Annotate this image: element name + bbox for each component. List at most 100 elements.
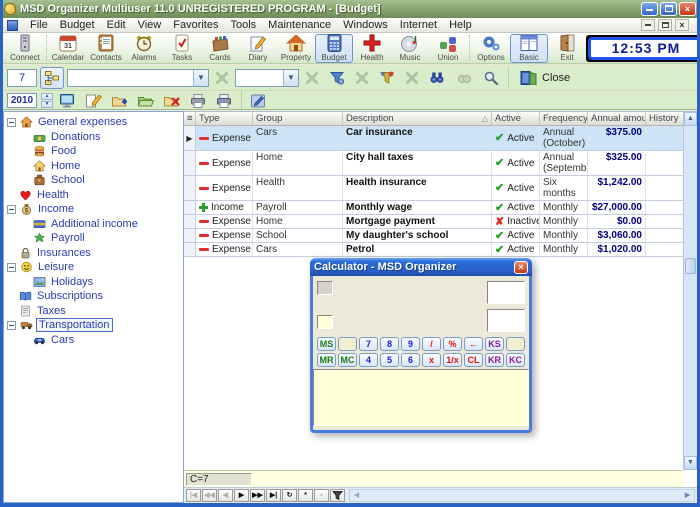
add-record-button[interactable] <box>109 93 131 109</box>
calc-key-cl[interactable]: CL <box>464 353 483 367</box>
chevron-down-icon[interactable]: ▼ <box>283 70 298 86</box>
toolbar-button-alarms[interactable]: Alarms <box>125 34 163 63</box>
horizontal-scrollbar[interactable]: ◀▶ <box>349 489 695 502</box>
tree-item-subscriptions[interactable]: Subscriptions <box>4 289 183 304</box>
scroll-track[interactable] <box>684 126 697 456</box>
calc-key-kc[interactable]: KC <box>506 353 525 367</box>
collapse-icon[interactable] <box>7 118 16 127</box>
mdi-minimize-button[interactable] <box>641 19 655 31</box>
nav-next-page-button[interactable]: ▶▶ <box>250 489 265 502</box>
maximize-button[interactable] <box>660 2 677 16</box>
nav-bookmark-button[interactable]: * <box>298 489 313 502</box>
toolbar-button-exit[interactable]: Exit <box>548 34 586 63</box>
calc-key-9[interactable]: 9 <box>401 337 420 351</box>
tree-item-transportation[interactable]: Transportation <box>4 318 183 333</box>
table-row[interactable]: ExpenseCarsPetrol✔ActiveMonthly$1,020.00 <box>184 243 697 257</box>
tree-item-additional-income[interactable]: Additional income <box>4 217 183 232</box>
tree-item-donations[interactable]: Donations <box>4 130 183 145</box>
tree-item-taxes[interactable]: Taxes <box>4 304 183 319</box>
mdi-restore-button[interactable] <box>658 19 672 31</box>
menu-item-tools[interactable]: Tools <box>224 19 262 31</box>
column-header-annual-amount[interactable]: Annual amount <box>588 112 646 125</box>
scroll-right-icon[interactable]: ▶ <box>681 490 694 501</box>
table-row[interactable]: ExpenseHomeMortgage payment✘InactiveMont… <box>184 215 697 229</box>
toolbar-button-connect[interactable]: Connect <box>6 34 44 63</box>
nav-refresh-button[interactable]: ↻ <box>282 489 297 502</box>
spin-up-icon[interactable]: ▲ <box>41 93 53 100</box>
calculator-close-button[interactable]: × <box>514 261 528 274</box>
calc-key-backspace[interactable]: ← <box>464 337 483 351</box>
close-view-button[interactable]: Close <box>514 68 576 88</box>
clear-color-filter-button[interactable] <box>402 68 422 88</box>
filter-button[interactable] <box>325 67 349 89</box>
collapse-icon[interactable] <box>7 321 16 330</box>
table-row[interactable]: ExpenseSchoolMy daughter's school✔Active… <box>184 229 697 243</box>
calc-key-7[interactable]: 7 <box>359 337 378 351</box>
scroll-up-icon[interactable]: ▲ <box>684 112 697 126</box>
tree-item-leisure[interactable]: Leisure <box>4 260 183 275</box>
close-window-button[interactable]: × <box>679 2 696 16</box>
edit-record-button[interactable] <box>83 93 105 109</box>
delete-record-button[interactable] <box>161 93 183 109</box>
calculator-title-bar[interactable]: Calculator - MSD Organizer × <box>310 258 532 276</box>
toolbar-button-diary[interactable]: Diary <box>239 34 277 63</box>
type-filter-combo[interactable]: ▼ <box>235 69 299 87</box>
menu-item-view[interactable]: View <box>132 19 168 31</box>
menu-item-favorites[interactable]: Favorites <box>167 19 224 31</box>
table-row[interactable]: ▶ExpenseCarsCar insurance✔ActiveAnnual (… <box>184 126 697 151</box>
table-row[interactable]: ExpenseHealthHealth insurance✔ActiveSix … <box>184 176 697 201</box>
clear-filter-button[interactable] <box>352 68 372 88</box>
column-header-description[interactable]: Description△ <box>343 112 492 125</box>
nav-last-button[interactable]: ▶| <box>266 489 281 502</box>
calc-key-kr[interactable]: KR <box>485 353 504 367</box>
column-header-group[interactable]: Group <box>253 112 343 125</box>
toolbar-button-health[interactable]: Health <box>353 34 391 63</box>
open-record-button[interactable] <box>135 93 157 109</box>
menu-item-budget[interactable]: Budget <box>54 19 101 31</box>
menu-item-help[interactable]: Help <box>443 19 478 31</box>
toolbar-button-property[interactable]: Property <box>277 34 315 63</box>
minimize-button[interactable] <box>641 2 658 16</box>
menu-item-maintenance[interactable]: Maintenance <box>262 19 337 31</box>
toolbar-button-tasks[interactable]: Tasks <box>163 34 201 63</box>
calc-key-8[interactable]: 8 <box>380 337 399 351</box>
toolbar-button-basic[interactable]: Basic <box>510 34 548 63</box>
clear-type-filter-button[interactable] <box>302 68 322 88</box>
menu-item-windows[interactable]: Windows <box>337 19 394 31</box>
tree-item-payroll[interactable]: Payroll <box>4 231 183 246</box>
mdi-close-button[interactable]: × <box>675 19 689 31</box>
collapse-icon[interactable] <box>7 263 16 272</box>
toolbar-button-contacts[interactable]: Contacts <box>87 34 125 63</box>
toolbar-button-union[interactable]: Union <box>429 34 467 63</box>
calc-key-ms[interactable]: MS <box>317 337 336 351</box>
nav-filter-button[interactable] <box>330 489 345 502</box>
zoom-button[interactable] <box>479 67 503 89</box>
calc-key-x[interactable]: x <box>422 353 441 367</box>
table-row[interactable]: IncomePayrollMonthly wage✔ActiveMonthly$… <box>184 201 697 215</box>
calc-key-mr[interactable]: MR <box>317 353 336 367</box>
calc-key-6[interactable]: 6 <box>401 353 420 367</box>
calc-key-div[interactable]: / <box>422 337 441 351</box>
calc-key-ks[interactable]: KS <box>485 337 504 351</box>
print-preview-button[interactable] <box>213 93 235 109</box>
clear-group-filter-button[interactable] <box>212 68 232 88</box>
search-next-button[interactable] <box>452 67 476 89</box>
tree-item-cars[interactable]: Cars <box>4 333 183 348</box>
tree-item-general-expenses[interactable]: General expenses <box>4 115 183 130</box>
nav-next-button[interactable]: ▶ <box>234 489 249 502</box>
chevron-down-icon[interactable]: ▼ <box>193 70 208 86</box>
color-filter-button[interactable] <box>375 67 399 89</box>
group-filter-combo[interactable]: ▼ <box>67 69 209 87</box>
tree-item-food[interactable]: Food <box>4 144 183 159</box>
year-input[interactable]: 2010 <box>7 93 37 108</box>
view-button[interactable] <box>57 93 79 109</box>
menu-item-file[interactable]: File <box>24 19 54 31</box>
tree-item-income[interactable]: $Income <box>4 202 183 217</box>
vertical-scrollbar[interactable]: ▲ ▼ <box>683 112 697 470</box>
column-header-frequency[interactable]: Frequency <box>540 112 588 125</box>
toolbar-button-options[interactable]: Options <box>472 34 510 63</box>
column-header-active[interactable]: Active <box>492 112 540 125</box>
tree-item-home[interactable]: Home <box>4 159 183 174</box>
scroll-left-icon[interactable]: ◀ <box>350 490 363 501</box>
tree-item-holidays[interactable]: Holidays <box>4 275 183 290</box>
